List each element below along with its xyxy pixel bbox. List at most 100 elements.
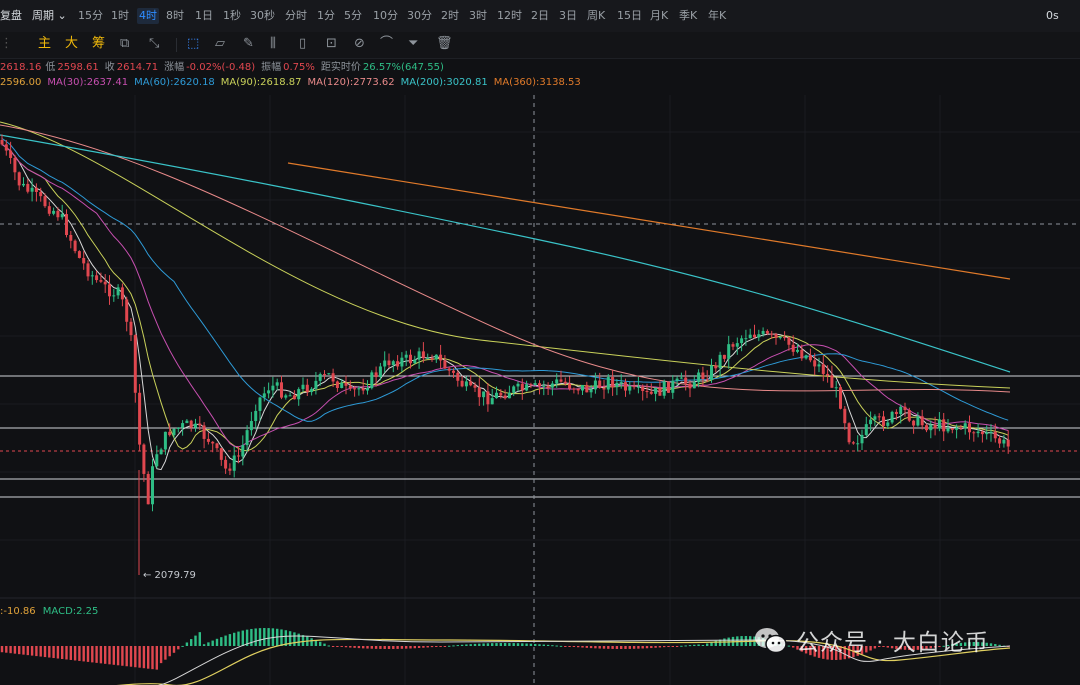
macd-histogram-bar [589, 646, 593, 649]
candle-body [516, 383, 520, 387]
candle-body [409, 354, 412, 364]
candle-body [912, 420, 916, 426]
macd-histogram-bar [611, 646, 614, 649]
candle-body [628, 386, 632, 391]
candle-body [0, 140, 4, 145]
macd-histogram-bar [82, 646, 85, 662]
macd-histogram-bar [357, 646, 361, 649]
macd-histogram-bar [340, 646, 343, 647]
candle-body [499, 392, 503, 396]
candle-body [434, 354, 438, 360]
macd-histogram-bar [69, 646, 72, 660]
macd-histogram-bar [194, 635, 197, 646]
candle-body [335, 381, 339, 389]
candle-body [82, 257, 86, 264]
macd-histogram-bar [237, 631, 240, 646]
candle-body [198, 423, 202, 426]
candle-body [654, 387, 658, 394]
candle-body [344, 382, 348, 386]
macd-histogram-bar [568, 646, 571, 647]
candle-body [546, 385, 550, 388]
macd-histogram-bar [104, 646, 107, 664]
macd-histogram-bar [78, 646, 81, 661]
candle-body [675, 378, 679, 381]
macd-histogram-bar [250, 628, 253, 646]
candle-body [30, 187, 34, 192]
candle-body [297, 389, 301, 400]
macd-histogram-bar [190, 639, 193, 646]
candle-body [237, 455, 240, 457]
macd-histogram-bar [602, 646, 606, 649]
macd-histogram-bar [125, 646, 128, 667]
candle-body [280, 382, 283, 398]
ma-line-yellow [1, 143, 1009, 452]
candle-body [968, 423, 971, 433]
candle-body [172, 428, 176, 436]
candle-body [262, 393, 266, 398]
candle-body [17, 172, 21, 186]
macd-histogram-bar [693, 644, 696, 646]
macd-histogram-bar [628, 646, 631, 649]
candle-body [503, 395, 507, 399]
candle-body [576, 388, 580, 391]
macd-histogram-bar [362, 646, 365, 649]
candle-body [856, 443, 860, 445]
macd-histogram-bar [706, 643, 709, 646]
candle-body [43, 196, 47, 207]
candle-body [142, 444, 146, 474]
candle-body [589, 389, 593, 393]
macd-histogram-bar [645, 646, 649, 649]
macd-histogram-bar [301, 635, 305, 646]
candle-body [512, 386, 516, 393]
candle-body [520, 383, 524, 391]
macd-histogram-bar [426, 646, 429, 648]
candle-body [473, 385, 477, 388]
moving-average-lines [0, 121, 1011, 471]
watermark: 公众号 · 大白论币 [754, 622, 989, 658]
candle-body [310, 388, 314, 393]
macd-histogram-bar [30, 646, 34, 656]
candle-body [765, 331, 769, 334]
candle-body [581, 384, 584, 391]
candle-body [168, 431, 172, 436]
candle-body [963, 423, 967, 429]
candle-body [529, 384, 533, 386]
candle-body [632, 386, 636, 388]
candle-body [430, 358, 434, 360]
macd-histogram-bar [473, 643, 477, 646]
candlestick-chart[interactable] [0, 0, 1080, 685]
candle-body [138, 392, 142, 445]
macd-histogram-bar [224, 635, 227, 646]
candle-body [426, 358, 430, 360]
candle-body [284, 395, 288, 398]
candle-body [572, 388, 576, 390]
candle-body [813, 360, 817, 367]
candle-body [1006, 439, 1010, 447]
candle-body [292, 395, 296, 400]
candle-body [710, 365, 713, 380]
wechat-icon [755, 628, 787, 654]
candle-body [69, 235, 73, 241]
macd-histogram-bar [650, 646, 653, 649]
candle-body [206, 438, 210, 442]
candle-body [189, 420, 193, 428]
watermark-text: 公众号 · 大白论币 [796, 630, 989, 656]
candle-body [688, 383, 692, 389]
candle-body [477, 387, 481, 398]
macd-histogram-bar [667, 646, 670, 647]
candle-body [933, 424, 937, 429]
candle-body [817, 364, 821, 367]
candle-body [340, 382, 344, 389]
candle-body [185, 420, 189, 424]
macd-histogram-bar [18, 646, 21, 655]
macd-histogram-bar [482, 643, 485, 646]
macd-histogram-bar [344, 646, 348, 648]
candle-body [744, 338, 748, 340]
candle-body [808, 355, 812, 361]
candle-body [73, 240, 77, 252]
macd-histogram-bar [65, 646, 68, 660]
candle-body [348, 385, 352, 389]
candle-body [851, 442, 855, 444]
candle-body [830, 375, 834, 388]
candle-body [942, 419, 946, 432]
